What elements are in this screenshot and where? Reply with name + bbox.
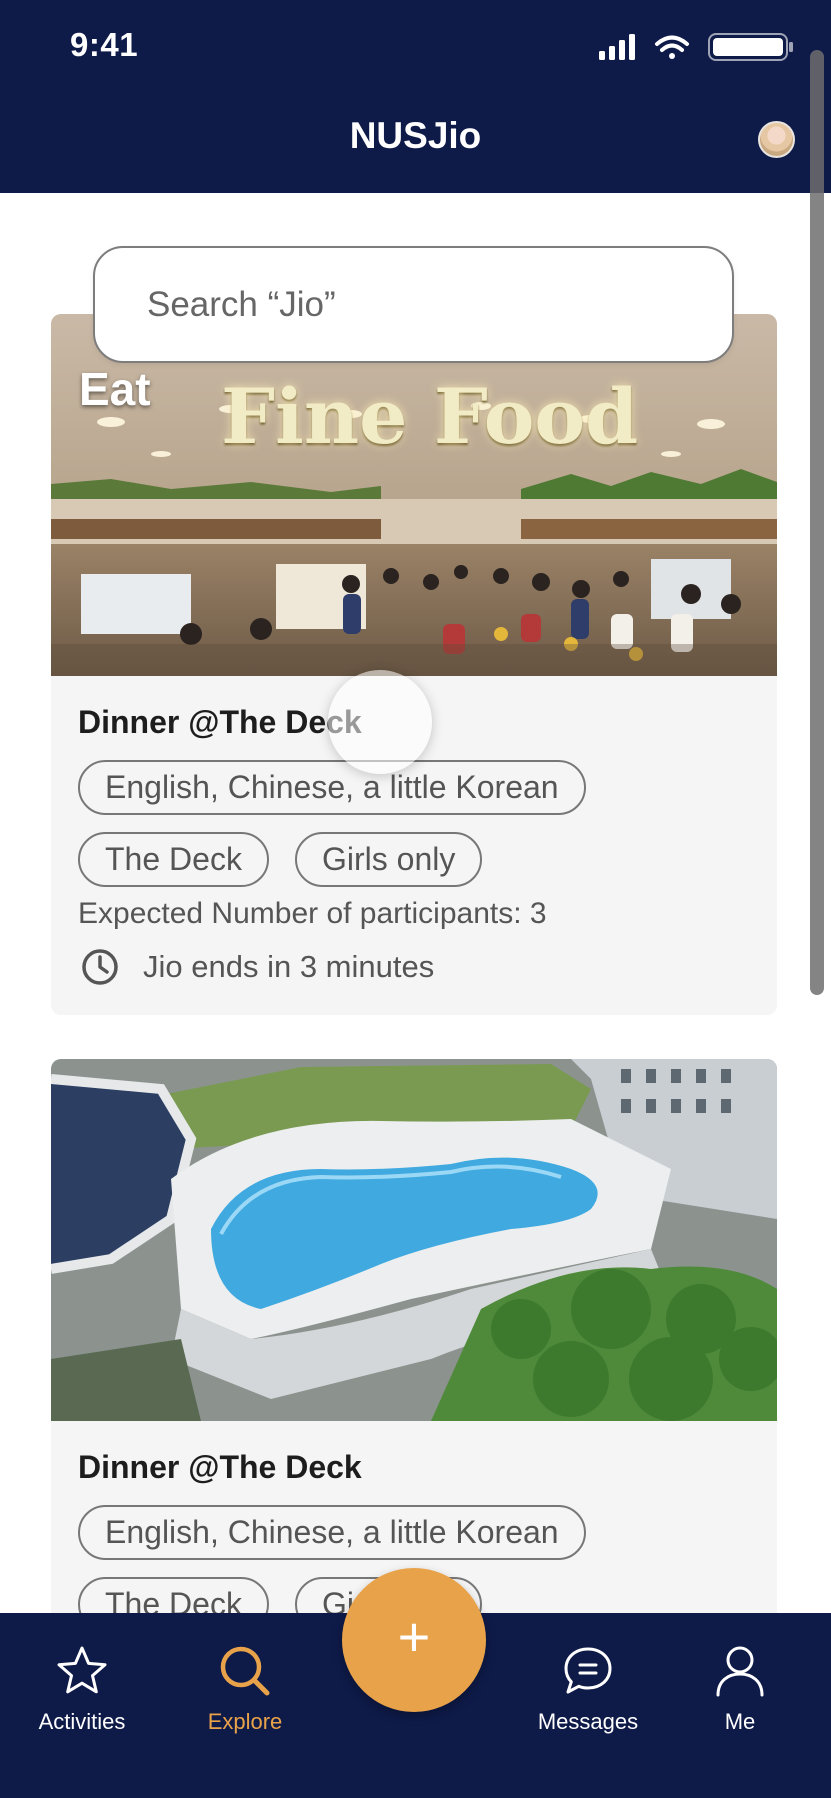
card-title: Dinner @The Deck (78, 1449, 362, 1485)
tag-chip-language[interactable]: English, Chinese, a little Korean (78, 1505, 586, 1560)
wifi-icon (655, 35, 689, 59)
photo-sign-text: Fine Food (221, 372, 639, 461)
tag-chip-location[interactable]: The Deck (78, 1577, 269, 1613)
tab-activities[interactable]: Activities (37, 1643, 127, 1735)
app-header: 9:41 NUSJio (0, 0, 831, 193)
create-jio-button[interactable]: + (342, 1568, 486, 1712)
status-icons (599, 33, 793, 61)
search-input[interactable] (95, 248, 732, 361)
star-icon (57, 1646, 107, 1694)
tab-explore[interactable]: Explore (200, 1643, 290, 1735)
deadline-text: Jio ends in 3 minutes (143, 949, 435, 984)
status-time: 9:41 (70, 26, 139, 63)
tab-label: Activities (38, 1709, 126, 1734)
touch-indicator (328, 670, 432, 774)
cellular-signal-icon (599, 34, 635, 60)
tag-chip-location[interactable]: The Deck (78, 832, 269, 887)
tab-label: Explore (207, 1709, 283, 1734)
person-icon (716, 1646, 764, 1697)
search-bar[interactable] (93, 246, 734, 363)
pool-photo (51, 1059, 777, 1421)
app-title: NUSJio (349, 115, 482, 156)
tag-chip-language[interactable]: English, Chinese, a little Korean (78, 760, 586, 815)
card-category: Eat (79, 363, 151, 415)
search-icon (220, 1646, 270, 1696)
card-title: Dinner @The Deck (78, 704, 362, 740)
activity-feed[interactable]: Eat Fine Food Dinner @The Deck English, … (0, 193, 831, 1613)
plus-icon: + (397, 1605, 431, 1668)
tab-me[interactable]: Me (705, 1643, 775, 1735)
food-court-photo: Eat Fine Food (51, 314, 777, 676)
tab-label: Messages (537, 1709, 639, 1734)
tab-label: Me (724, 1709, 756, 1734)
activity-card[interactable]: Dinner @The Deck English, Chinese, a lit… (51, 1059, 777, 1613)
tag-chip-restriction[interactable]: Girls only (295, 832, 483, 887)
deadline-row: Jio ends in 3 minutes (81, 948, 434, 986)
chat-bubble-icon (564, 1647, 612, 1694)
activity-card[interactable]: Eat Fine Food Dinner @The Deck English, … (51, 314, 777, 1015)
tab-messages[interactable]: Messages (530, 1643, 646, 1735)
avatar[interactable] (758, 121, 795, 158)
scrollbar[interactable] (810, 50, 824, 995)
participants-text: Expected Number of participants: 3 (78, 897, 547, 930)
battery-icon (708, 33, 793, 61)
clock-icon (82, 949, 118, 985)
